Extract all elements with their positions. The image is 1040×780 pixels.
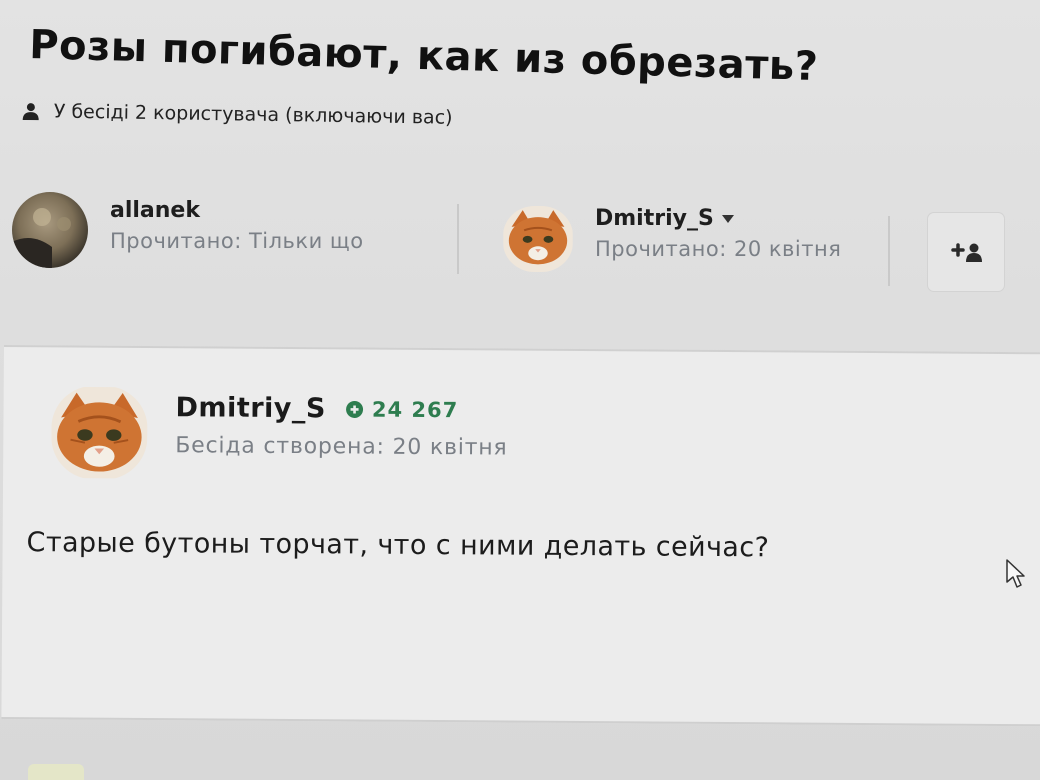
participant-divider [457, 204, 459, 274]
participant-dmitriy[interactable]: Dmitriy_S Прочитано: 20 квітня [503, 206, 841, 272]
cat-avatar-image [503, 206, 573, 272]
participants-bar: allanek Прочитано: Тільки що Dmitriy_S П… [0, 178, 1040, 308]
message-author-name[interactable]: Dmitriy_S 24 267 [175, 392, 507, 425]
cat-avatar-large-image [51, 386, 148, 479]
add-participant-button[interactable] [928, 213, 1004, 291]
reputation-value: 24 267 [371, 397, 459, 422]
read-status-dmitriy: Прочитано: 20 квітня [595, 237, 842, 261]
message-author-block: Dmitriy_S 24 267 Бесіда створена: 20 кві… [51, 385, 508, 482]
conversation-title: Розы погибают, как из обрезать? [28, 22, 819, 91]
conversation-created-date: Бесіда створена: 20 квітня [175, 433, 508, 461]
message-body: Старые бутоны торчат, что с ними делать … [26, 527, 770, 564]
message-card: Dmitriy_S 24 267 Бесіда створена: 20 кві… [1, 345, 1040, 727]
participants-summary: У бесіді 2 користувача (включаючи вас) [22, 100, 453, 129]
participant-allanek[interactable]: allanek Прочитано: Тільки що [12, 192, 364, 268]
participant-divider-2 [888, 216, 890, 286]
avatar-allanek[interactable] [12, 192, 88, 268]
message-author-name-text: Dmitriy_S [175, 392, 326, 425]
avatar-dmitriy-small[interactable] [503, 206, 573, 272]
participant-name-dmitriy[interactable]: Dmitriy_S [595, 206, 841, 231]
participant-name-dmitriy-text: Dmitriy_S [595, 206, 714, 231]
participant-name-allanek-text: allanek [110, 198, 200, 223]
reputation-badge: 24 267 [346, 397, 459, 422]
conversation-page: Розы погибают, как из обрезать? У бесіді… [0, 0, 1040, 780]
read-status-allanek: Прочитано: Тільки що [110, 229, 364, 253]
plus-circle-icon [346, 400, 364, 418]
add-user-icon [951, 243, 982, 262]
participants-summary-text: У бесіді 2 користувача (включаючи вас) [53, 100, 453, 129]
bottom-edge-element [28, 764, 84, 780]
mouse-cursor-icon [1006, 559, 1025, 588]
participant-name-allanek[interactable]: allanek [110, 198, 364, 223]
avatar-dmitriy-large[interactable] [51, 385, 148, 480]
avatar-allanek-image [12, 192, 88, 268]
caret-down-icon[interactable] [721, 214, 734, 223]
user-icon [22, 103, 39, 121]
